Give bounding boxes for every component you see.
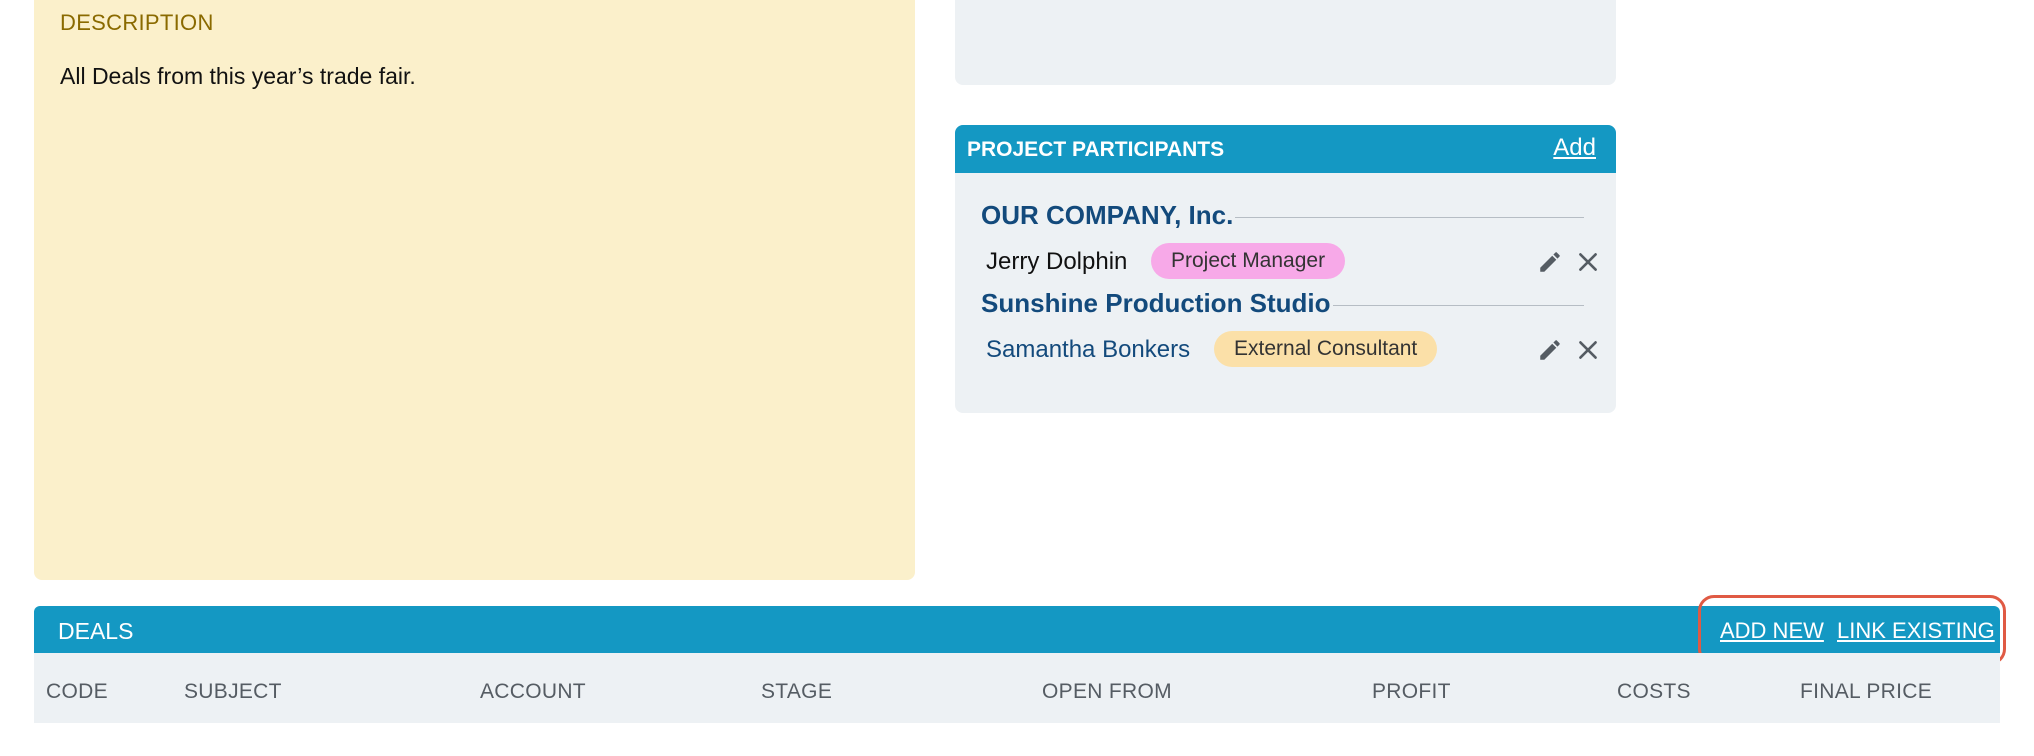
add-new-deal-link[interactable]: ADD NEW <box>1720 618 1824 644</box>
project-participants-title: PROJECT PARTICIPANTS <box>967 138 1225 161</box>
role-badge: Project Manager <box>1151 243 1346 279</box>
link-existing-deal-link[interactable]: LINK EXISTING <box>1837 618 1995 644</box>
company-group-header: OUR COMPANY, Inc. <box>981 200 1611 231</box>
company-name: Sunshine Production Studio <box>981 288 1331 318</box>
participant-name: Jerry Dolphin <box>986 248 1128 275</box>
column-header-subject[interactable]: SUBJECT <box>184 680 282 704</box>
close-icon[interactable] <box>1575 337 1601 363</box>
participant-row: Jerry Dolphin Project Manager <box>986 243 1597 279</box>
description-text: All Deals from this year’s trade fair. <box>60 63 416 89</box>
deals-table-header <box>34 653 2000 723</box>
column-header-code[interactable]: CODE <box>46 680 108 704</box>
role-badge: External Consultant <box>1214 331 1438 367</box>
project-participants-header: PROJECT PARTICIPANTS Add <box>955 125 1616 173</box>
column-header-profit[interactable]: PROFIT <box>1372 680 1451 704</box>
project-participants-card: PROJECT PARTICIPANTS Add OUR COMPANY, In… <box>955 125 1616 413</box>
participant-row: Samantha Bonkers External Consultant <box>986 331 1597 367</box>
column-header-final-price[interactable]: FINAL PRICE <box>1800 680 1932 704</box>
divider <box>1235 217 1584 218</box>
info-card <box>955 0 1616 85</box>
description-panel: DESCRIPTION All Deals from this year’s t… <box>34 0 915 580</box>
company-name: OUR COMPANY, Inc. <box>981 200 1234 230</box>
pencil-icon[interactable] <box>1537 337 1563 363</box>
company-group-header: Sunshine Production Studio <box>981 288 1611 319</box>
column-header-account[interactable]: ACCOUNT <box>480 680 586 704</box>
column-header-costs[interactable]: COSTS <box>1617 680 1691 704</box>
add-participant-link[interactable]: Add <box>1553 134 1596 162</box>
pencil-icon[interactable] <box>1537 249 1563 275</box>
participant-name: Samantha Bonkers <box>986 336 1191 363</box>
description-title: DESCRIPTION <box>60 10 214 35</box>
column-header-stage[interactable]: STAGE <box>761 680 832 704</box>
divider <box>1332 305 1584 306</box>
column-header-open-from[interactable]: OPEN FROM <box>1042 680 1172 704</box>
close-icon[interactable] <box>1575 249 1601 275</box>
deals-title: DEALS <box>58 618 134 644</box>
